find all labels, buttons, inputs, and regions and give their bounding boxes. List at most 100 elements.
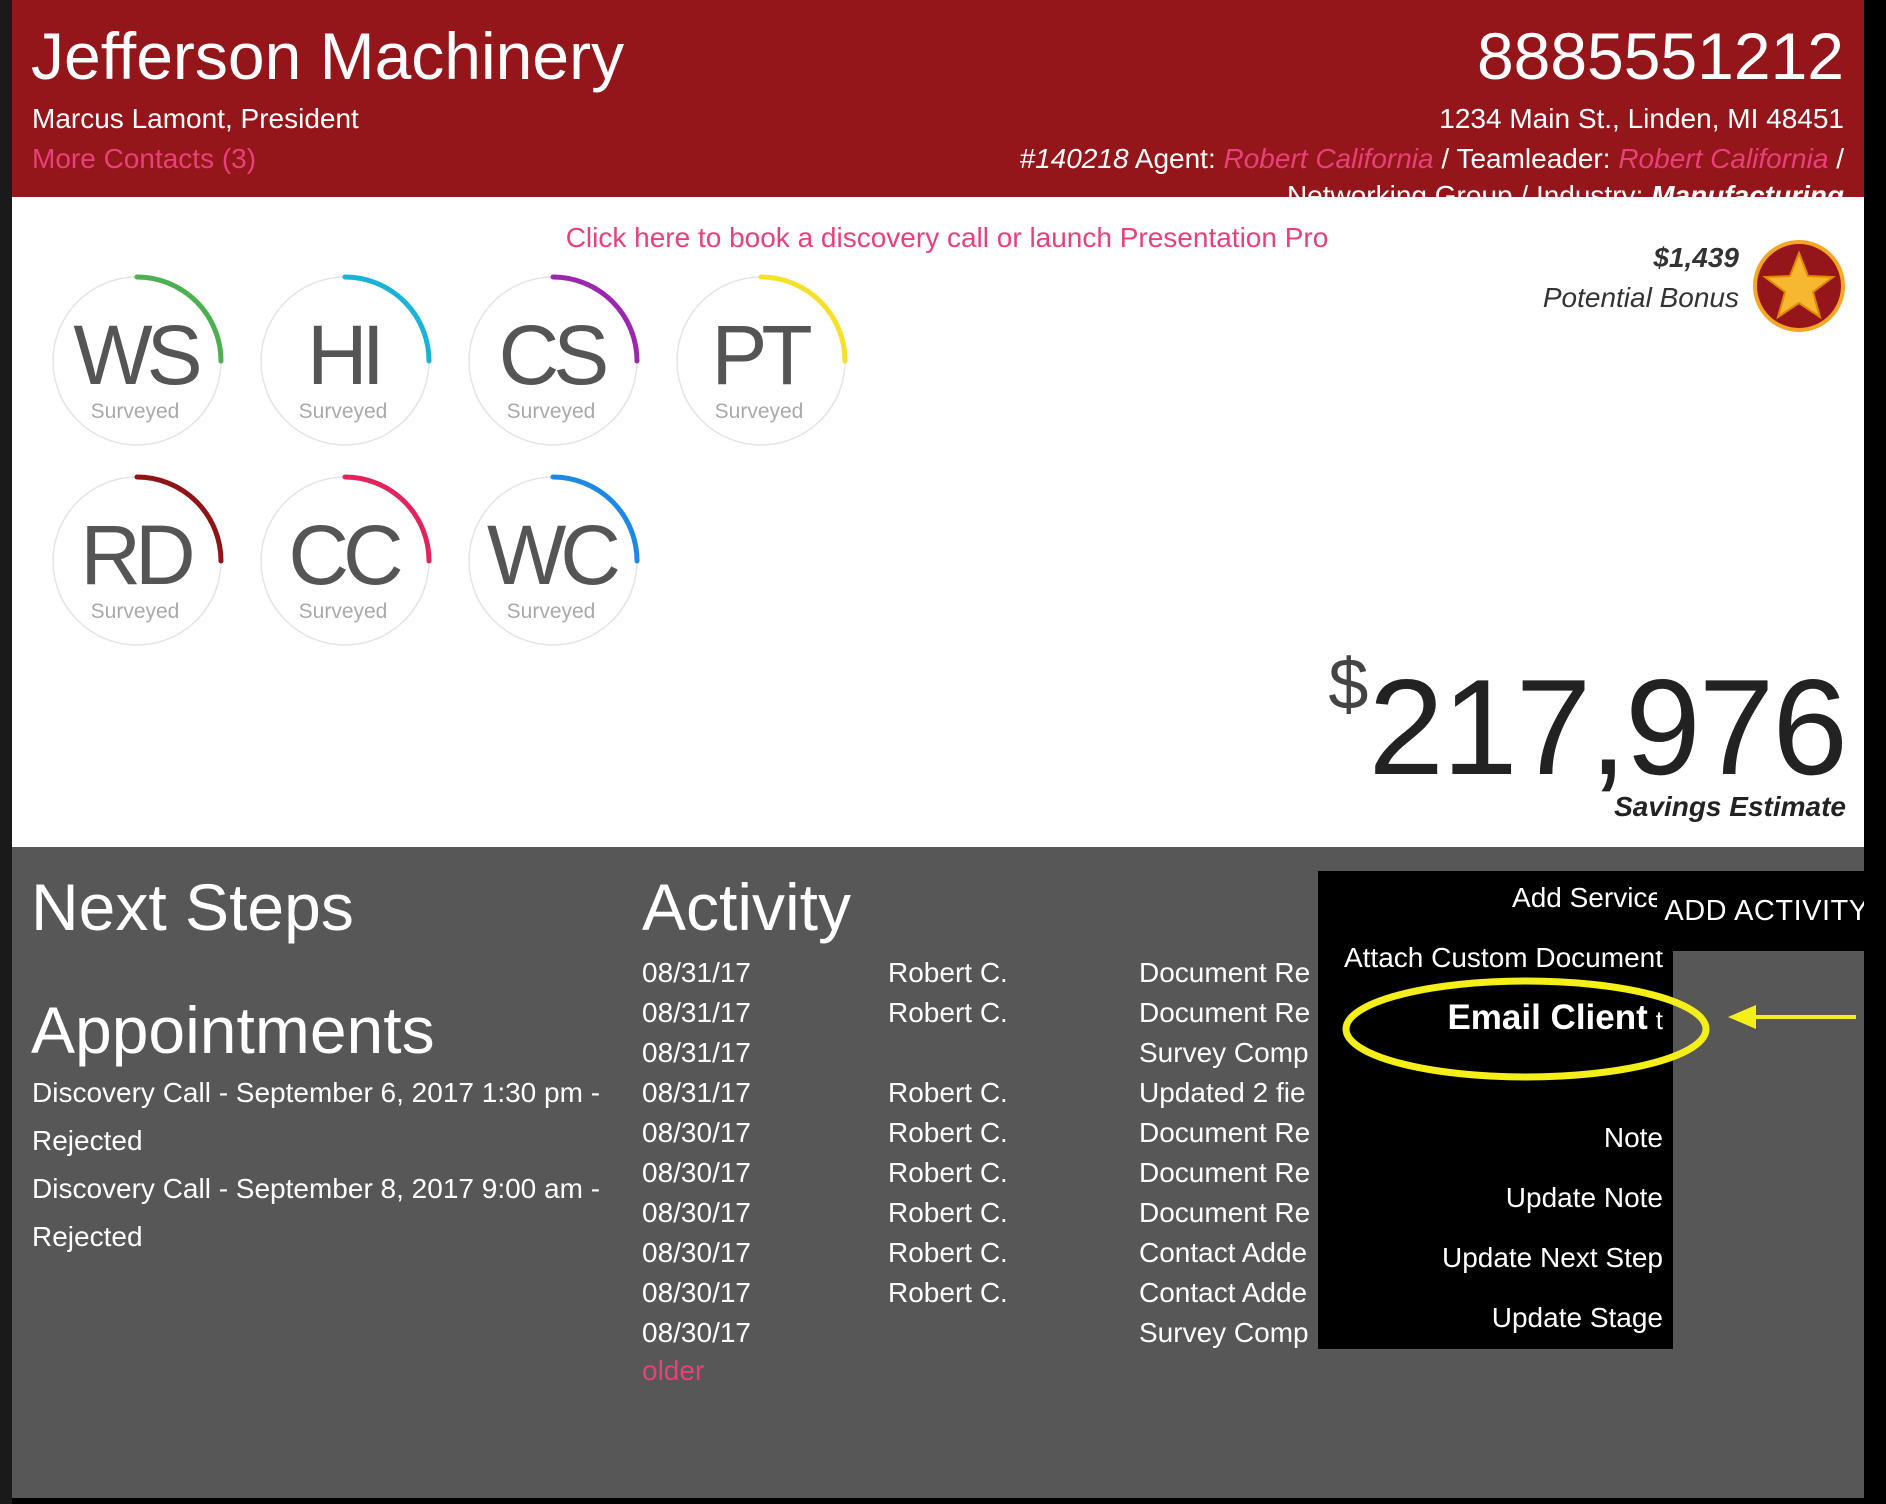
client-detail-view: Jefferson Machinery Marcus Lamont, Presi…	[12, 0, 1864, 1498]
activity-description: Document Re	[1139, 997, 1311, 1028]
overview-panel: Click here to book a discovery call or l…	[12, 197, 1864, 847]
activity-row[interactable]: 08/31/17 Robert C. Updated 2 fie	[642, 1077, 1342, 1117]
activity-user: Robert C.	[888, 1157, 1008, 1188]
gauge-cs[interactable]: CS Surveyed	[465, 273, 641, 449]
activity-user: Robert C.	[888, 1117, 1008, 1148]
separator: /	[1441, 143, 1450, 174]
appointment-line[interactable]: Discovery Call - September 6, 2017 1:30 …	[32, 1077, 600, 1109]
menu-item-attach-custom-document[interactable]: Attach Custom Document	[1344, 942, 1663, 974]
gauge-hi[interactable]: HI Surveyed	[257, 273, 433, 449]
appointment-line[interactable]: Discovery Call - September 8, 2017 9:00 …	[32, 1173, 600, 1205]
menu-item-email-client-label: Email Client	[1447, 998, 1648, 1037]
next-steps-title: Next Steps	[31, 870, 354, 944]
book-discovery-call-link[interactable]: Click here to book a discovery call or l…	[12, 222, 1864, 254]
gauge-status: Surveyed	[714, 400, 804, 423]
gauge-status: Surveyed	[506, 600, 596, 623]
activity-description: Survey Comp	[1139, 1317, 1309, 1348]
activity-row[interactable]: 08/31/17 Survey Comp	[642, 1037, 1342, 1077]
activity-description: Survey Comp	[1139, 1037, 1309, 1068]
activity-user: Robert C.	[888, 1197, 1008, 1228]
activity-user: Robert C.	[888, 1237, 1008, 1268]
menu-item-email-client[interactable]: Email Client t	[1447, 998, 1663, 1038]
menu-item-update-stage[interactable]: Update Stage	[1492, 1302, 1663, 1334]
activity-row[interactable]: 08/30/17 Survey Comp	[642, 1317, 1342, 1357]
activity-date: 08/30/17	[642, 1317, 751, 1348]
gauge-abbreviation: CC	[288, 508, 403, 602]
agent-link[interactable]: Robert California	[1224, 143, 1434, 174]
appointment-status: Rejected	[32, 1221, 143, 1252]
gauge-status: Surveyed	[506, 400, 596, 423]
gauge-wc[interactable]: WC Surveyed	[465, 473, 641, 649]
gauge-abbreviation: WC	[487, 508, 621, 602]
gauge-pt[interactable]: PT Surveyed	[673, 273, 849, 449]
activity-date: 08/31/17	[642, 1077, 751, 1108]
gauge-cc[interactable]: CC Surveyed	[257, 473, 433, 649]
gauge-abbreviation: HI	[307, 308, 385, 402]
activity-row[interactable]: 08/30/17 Robert C. Document Re	[642, 1197, 1342, 1237]
star-icon	[1753, 240, 1845, 332]
gauge-status: Surveyed	[90, 600, 180, 623]
background-window-edge	[0, 0, 12, 1504]
gauge-status: Surveyed	[298, 400, 388, 423]
activity-description: Document Re	[1139, 1117, 1311, 1148]
activity-date: 08/30/17	[642, 1277, 751, 1308]
group-label: Networking Group /	[1286, 180, 1529, 197]
client-header: Jefferson Machinery Marcus Lamont, Presi…	[12, 0, 1864, 197]
activity-date: 08/30/17	[642, 1197, 751, 1228]
phone-number[interactable]: 8885551212	[1477, 18, 1844, 94]
agent-label: Agent:	[1134, 143, 1216, 174]
activity-date: 08/31/17	[642, 1037, 751, 1068]
older-link[interactable]: older	[642, 1355, 704, 1387]
account-number: #140218	[1019, 143, 1129, 174]
activity-date: 08/30/17	[642, 1157, 751, 1188]
savings-number: 217,976	[1368, 651, 1848, 803]
gauge-ws[interactable]: WS Surveyed	[49, 273, 225, 449]
activity-date: 08/31/17	[642, 957, 751, 988]
screen: Jefferson Machinery Marcus Lamont, Presi…	[0, 0, 1886, 1504]
gauge-abbreviation: RD	[80, 508, 195, 602]
activity-date: 08/30/17	[642, 1117, 751, 1148]
activity-row[interactable]: 08/30/17 Robert C. Contact Adde	[642, 1237, 1342, 1277]
activity-row[interactable]: 08/30/17 Robert C. Contact Adde	[642, 1277, 1342, 1317]
activity-description: Updated 2 fie	[1139, 1077, 1306, 1108]
menu-item-note[interactable]: Note	[1604, 1122, 1663, 1154]
menu-item-update-next-step[interactable]: Update Next Step	[1442, 1242, 1663, 1274]
appointment-status: Rejected	[32, 1125, 143, 1156]
industry-label: Industry:	[1535, 180, 1644, 197]
gauge-status: Surveyed	[298, 600, 388, 623]
activity-description: Document Re	[1139, 1157, 1311, 1188]
activity-description: Document Re	[1139, 957, 1311, 988]
activity-row[interactable]: 08/30/17 Robert C. Document Re	[642, 1117, 1342, 1157]
account-meta: #140218 Agent: Robert California / Teaml…	[1020, 143, 1844, 175]
add-activity-button[interactable]: ADD ACTIVITY	[1657, 871, 1864, 951]
appointments-title: Appointments	[31, 993, 435, 1067]
activity-description: Contact Adde	[1139, 1277, 1308, 1308]
activity-row[interactable]: 08/31/17 Robert C. Document Re	[642, 997, 1342, 1037]
add-activity-menu: Add Service Attach Custom Document Email…	[1318, 871, 1673, 1349]
teamleader-link[interactable]: Robert California	[1618, 143, 1828, 174]
activity-row[interactable]: 08/31/17 Robert C. Document Re	[642, 957, 1342, 997]
industry-value: Manufacturing	[1651, 180, 1844, 197]
activity-user: Robert C.	[888, 1277, 1008, 1308]
menu-item-add-service[interactable]: Add Service	[1512, 882, 1663, 914]
activity-date: 08/31/17	[642, 997, 751, 1028]
gauge-abbreviation: PT	[711, 308, 812, 402]
savings-estimate-value: $217,976	[1328, 649, 1848, 795]
activity-description: Contact Adde	[1139, 1237, 1308, 1268]
address: 1234 Main St., Linden, MI 48451	[1439, 103, 1844, 134]
primary-contact: Marcus Lamont, President	[32, 103, 359, 134]
more-contacts-link[interactable]: More Contacts (3)	[32, 143, 256, 175]
activity-description: Document Re	[1139, 1197, 1311, 1228]
savings-estimate-label: Savings Estimate	[1614, 791, 1846, 822]
activity-row[interactable]: 08/30/17 Robert C. Document Re	[642, 1157, 1342, 1197]
bonus-amount: $1,439	[1653, 242, 1739, 273]
account-meta-overflow: Networking Group / Industry: Manufacturi…	[1287, 180, 1844, 197]
gauge-rd[interactable]: RD Surveyed	[49, 473, 225, 649]
separator: /	[1836, 143, 1844, 174]
gauge-abbreviation: WS	[73, 308, 202, 402]
teamleader-label: Teamleader:	[1456, 143, 1611, 174]
menu-item-update-note[interactable]: Update Note	[1506, 1182, 1663, 1214]
gauge-abbreviation: CS	[498, 308, 610, 402]
activity-user: Robert C.	[888, 957, 1008, 988]
activity-user: Robert C.	[888, 997, 1008, 1028]
